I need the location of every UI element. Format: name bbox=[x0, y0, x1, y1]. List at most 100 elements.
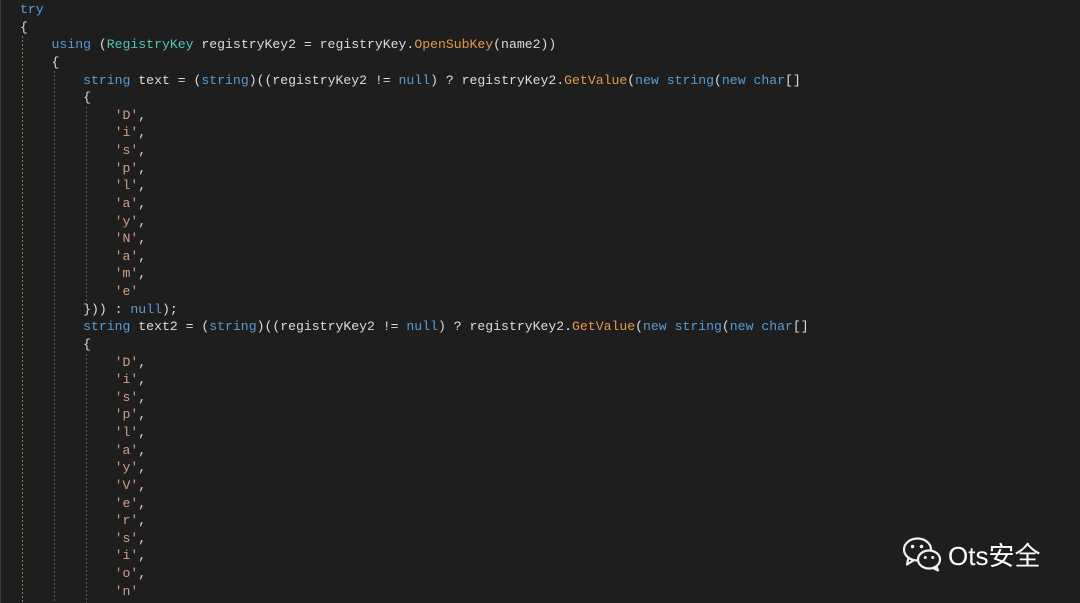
char-literal-token: 'l' bbox=[114, 425, 139, 440]
code-text: (name2)) bbox=[493, 37, 557, 53]
char-literal-token: 'i' bbox=[114, 372, 139, 388]
code-line: 'n' bbox=[20, 583, 809, 601]
code-text: , bbox=[138, 548, 147, 564]
char-literal-token: 'V' bbox=[114, 477, 139, 493]
code-editor: try{using (RegistryKey registryKey2 = re… bbox=[0, 0, 1080, 603]
code-text: , bbox=[138, 460, 147, 476]
code-line: 'a', bbox=[20, 442, 809, 460]
code-text: })) : bbox=[83, 301, 131, 317]
code-text: , bbox=[138, 213, 147, 229]
code-line: 's', bbox=[20, 530, 809, 548]
watermark-text: Ots安全 bbox=[948, 540, 1041, 571]
code-text: , bbox=[138, 231, 147, 247]
code-area[interactable]: try{using (RegistryKey registryKey2 = re… bbox=[20, 1, 809, 600]
code-text: ); bbox=[161, 301, 178, 317]
code-text: ) ? registryKey2. bbox=[437, 319, 573, 335]
char-literal-token: 'm' bbox=[114, 266, 139, 282]
code-text: )((registryKey2 != bbox=[256, 319, 407, 335]
code-text: registryKey2 = registryKey. bbox=[193, 37, 415, 53]
char-literal-token: 'y' bbox=[114, 213, 139, 229]
code-text: ( bbox=[627, 72, 636, 88]
code-line: 'i', bbox=[20, 547, 809, 565]
char-literal-token: 'i' bbox=[114, 125, 139, 141]
char-literal-token: 'a' bbox=[114, 248, 139, 264]
char-literal-token: 'N' bbox=[114, 231, 139, 247]
code-text: { bbox=[83, 90, 91, 106]
code-line: 'p', bbox=[20, 160, 809, 178]
code-line: 'y', bbox=[20, 213, 809, 231]
code-line: 's', bbox=[20, 389, 809, 407]
code-text: , bbox=[138, 178, 147, 194]
code-line: 'o', bbox=[20, 565, 809, 583]
code-line: 'l', bbox=[20, 177, 809, 195]
char-literal-token: 's' bbox=[114, 389, 139, 405]
char-literal-token: 'a' bbox=[114, 195, 139, 211]
code-line: { bbox=[20, 54, 809, 72]
code-text: , bbox=[138, 407, 147, 423]
code-line: 'l', bbox=[20, 424, 809, 442]
keyword-token: string bbox=[83, 319, 131, 335]
code-text: , bbox=[138, 372, 147, 388]
code-text: , bbox=[138, 389, 147, 405]
code-line: 'V', bbox=[20, 477, 809, 495]
code-line: { bbox=[20, 336, 809, 354]
keyword-token: null bbox=[130, 301, 162, 317]
char-literal-token: 'e' bbox=[114, 495, 139, 511]
code-text: )((registryKey2 != bbox=[248, 72, 399, 88]
keyword-token: new bbox=[635, 72, 659, 88]
code-line: 's', bbox=[20, 142, 809, 160]
method-token[interactable]: OpenSubKey bbox=[414, 37, 493, 52]
code-line: 'a', bbox=[20, 248, 809, 266]
code-line: { bbox=[20, 19, 809, 37]
code-text: ( bbox=[714, 72, 722, 88]
keyword-token: string bbox=[83, 72, 131, 88]
code-line: 'D', bbox=[20, 107, 809, 125]
code-text: , bbox=[138, 248, 147, 264]
char-literal-token: 'e' bbox=[114, 284, 139, 299]
wechat-icon bbox=[902, 537, 942, 572]
code-line: })) : null); bbox=[20, 301, 809, 319]
code-text: { bbox=[83, 336, 91, 352]
code-line: 'N', bbox=[20, 230, 809, 248]
keyword-token: string bbox=[209, 319, 257, 335]
code-text: , bbox=[138, 160, 147, 176]
code-line: using (RegistryKey registryKey2 = regist… bbox=[20, 36, 809, 54]
keyword-token: try bbox=[20, 2, 44, 17]
char-literal-token: 'p' bbox=[114, 407, 139, 423]
method-token[interactable]: GetValue bbox=[572, 319, 635, 334]
char-literal-token: 'r' bbox=[114, 513, 139, 529]
code-line: try bbox=[20, 1, 809, 19]
code-line: 'i', bbox=[20, 371, 809, 389]
char-literal-token: 'o' bbox=[114, 566, 139, 581]
code-line: 'D', bbox=[20, 354, 809, 372]
code-text: , bbox=[138, 266, 147, 282]
code-text: ( bbox=[90, 37, 107, 53]
code-text: , bbox=[138, 495, 147, 511]
code-text: text = ( bbox=[130, 72, 202, 88]
keyword-token: char bbox=[761, 319, 793, 335]
keyword-token: null bbox=[398, 72, 431, 88]
code-text: , bbox=[138, 195, 147, 211]
keyword-token: null bbox=[406, 319, 438, 335]
code-text: { bbox=[20, 19, 28, 35]
keyword-token: string bbox=[674, 319, 722, 335]
code-text: , bbox=[138, 125, 147, 141]
keyword-token: string bbox=[666, 72, 715, 88]
code-line: 'i', bbox=[20, 124, 809, 142]
code-line: 'r', bbox=[20, 512, 809, 530]
code-text: , bbox=[138, 513, 147, 529]
keyword-token: new bbox=[643, 319, 667, 335]
char-literal-token: 'a' bbox=[114, 442, 139, 458]
code-line: { bbox=[20, 89, 809, 107]
code-text: , bbox=[138, 442, 147, 458]
char-literal-token: 's' bbox=[114, 530, 139, 546]
char-literal-token: 'i' bbox=[114, 548, 139, 564]
keyword-token: char bbox=[753, 72, 786, 88]
type-token[interactable]: RegistryKey bbox=[107, 37, 194, 52]
method-token[interactable]: GetValue bbox=[564, 73, 627, 88]
code-line: 'e', bbox=[20, 495, 809, 513]
code-text: text2 = ( bbox=[130, 319, 210, 335]
keyword-token: using bbox=[51, 37, 91, 53]
